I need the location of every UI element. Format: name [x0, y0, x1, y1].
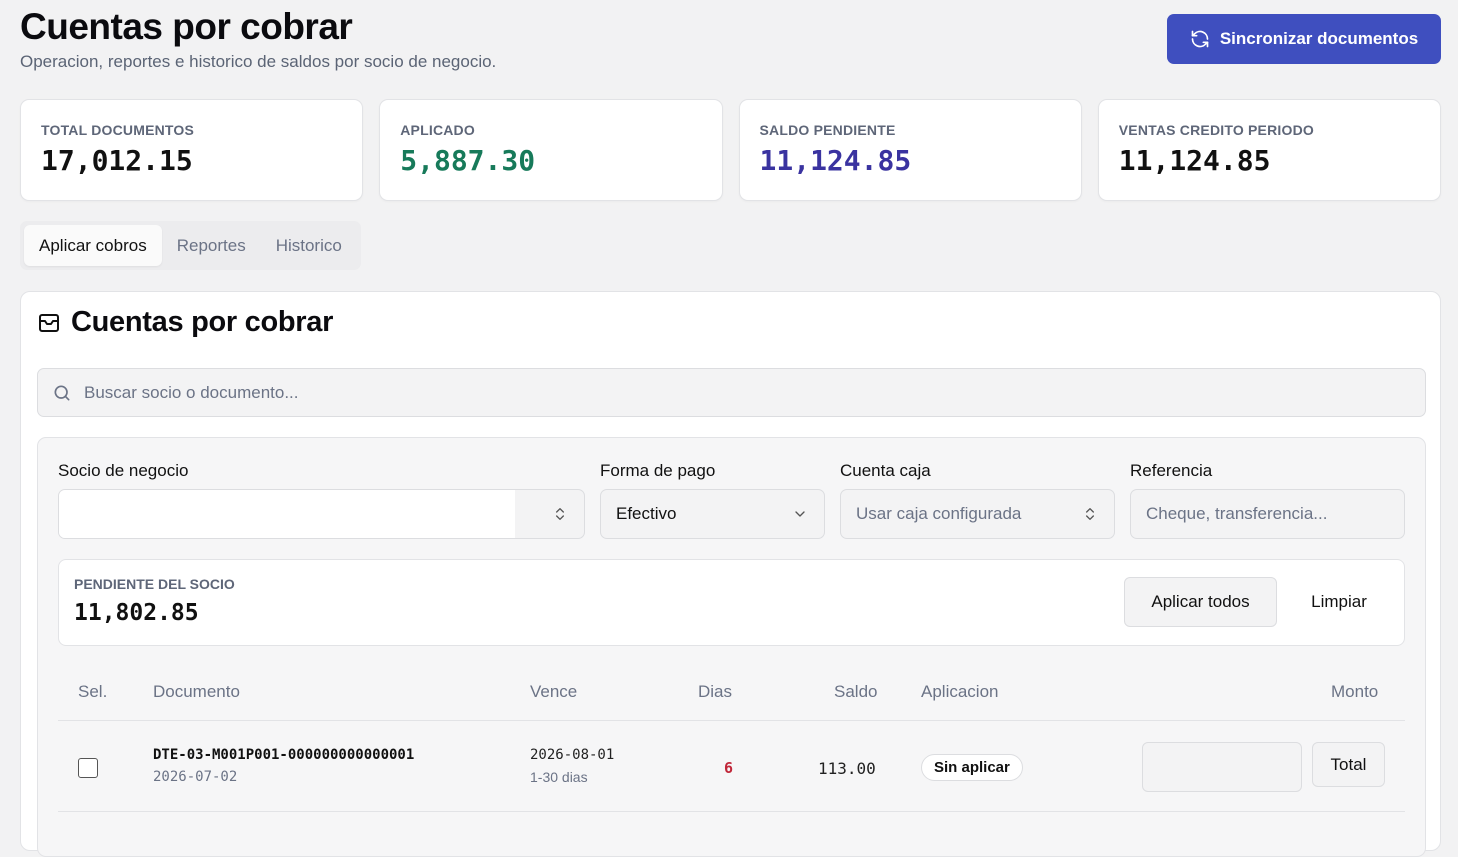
sync-documents-label: Sincronizar documentos	[1219, 29, 1419, 48]
due-date: 2026-08-01	[530, 747, 615, 763]
chevron-up-down-icon	[556, 508, 564, 520]
clear-button[interactable]: Limpiar	[1289, 577, 1389, 627]
socio-input[interactable]	[59, 490, 515, 538]
tab-reportes[interactable]: Reportes	[162, 225, 261, 266]
pending-value: 11,802.85	[74, 600, 199, 626]
row-select-checkbox[interactable]	[78, 758, 98, 778]
forma-pago-select[interactable]: Efectivo	[600, 489, 825, 539]
page-subtitle: Operacion, reportes e historico de saldo…	[20, 52, 497, 71]
status-badge: Sin aplicar	[921, 754, 1023, 781]
referencia-label: Referencia	[1130, 461, 1213, 480]
cuenta-caja-label: Cuenta caja	[840, 461, 931, 480]
cuenta-caja-select[interactable]: Usar caja configurada	[840, 489, 1115, 539]
due-range: 1-30 dias	[530, 769, 588, 785]
accounts-receivable-card: Cuentas por cobrar Socio de negocio Form…	[20, 291, 1441, 857]
col-documento: Documento	[153, 682, 240, 701]
card-title-row: Cuentas por cobrar	[37, 306, 333, 339]
page-header: Cuentas por cobrar Operacion, reportes e…	[20, 6, 1441, 76]
col-monto: Monto	[1331, 682, 1379, 701]
amount-input[interactable]	[1142, 742, 1302, 792]
stat-card-saldo-pendiente: SALDO PENDIENTE 11,124.85	[738, 99, 1082, 201]
stat-value: 17,012.15	[41, 144, 193, 177]
refresh-icon	[1191, 30, 1209, 48]
col-sel: Sel.	[78, 682, 108, 701]
table-header: Sel. Documento Vence Dias Saldo Aplicaci…	[58, 666, 1405, 721]
balance: 113.00	[818, 759, 876, 778]
stat-label: TOTAL DOCUMENTOS	[41, 122, 195, 138]
apply-form-panel: Socio de negocio Forma de pago Efectivo …	[37, 437, 1426, 857]
apply-all-button[interactable]: Aplicar todos	[1124, 577, 1277, 627]
stat-card-total-documentos: TOTAL DOCUMENTOS 17,012.15	[20, 99, 364, 201]
search-icon	[54, 385, 70, 400]
socio-select[interactable]	[58, 489, 585, 539]
tab-aplicar-cobros[interactable]: Aplicar cobros	[24, 225, 162, 266]
table-row: DTE-03-M001P001-000000000000001 2026-07-…	[58, 722, 1405, 812]
col-aplicacion: Aplicacion	[921, 682, 999, 701]
days-overdue: 6	[724, 759, 734, 777]
stat-label: VENTAS CREDITO PERIODO	[1118, 122, 1314, 138]
tab-bar: Aplicar cobros Reportes Historico	[20, 221, 361, 270]
tab-historico[interactable]: Historico	[261, 225, 357, 266]
document-id: DTE-03-M001P001-000000000000001	[153, 747, 415, 763]
chevron-up-down-icon	[1086, 508, 1094, 520]
stat-value: 11,124.85	[1118, 144, 1271, 177]
referencia-placeholder: Cheque, transferencia...	[1146, 504, 1328, 523]
stat-label: SALDO PENDIENTE	[759, 122, 896, 138]
col-vence: Vence	[530, 682, 578, 701]
card-title: Cuentas por cobrar	[71, 306, 334, 338]
sync-documents-button[interactable]: Sincronizar documentos	[1167, 14, 1441, 64]
chevron-down-icon	[795, 511, 805, 517]
pending-summary: PENDIENTE DEL SOCIO 11,802.85 Aplicar to…	[58, 559, 1405, 646]
stat-value: 11,124.85	[759, 144, 912, 177]
socio-label: Socio de negocio	[58, 461, 189, 480]
stat-card-aplicado: APLICADO 5,887.30	[379, 99, 723, 201]
col-dias: Dias	[698, 682, 733, 701]
document-date: 2026-07-02	[153, 769, 238, 785]
stat-card-ventas-credito: VENTAS CREDITO PERIODO 11,124.85	[1097, 99, 1441, 201]
total-button[interactable]: Total	[1312, 742, 1385, 787]
search-box	[37, 368, 1426, 417]
stats-row: TOTAL DOCUMENTOS 17,012.15 APLICADO 5,88…	[20, 99, 1441, 201]
cuenta-caja-placeholder: Usar caja configurada	[856, 504, 1022, 523]
page-title: Cuentas por cobrar	[20, 6, 353, 47]
forma-pago-label: Forma de pago	[600, 461, 716, 480]
forma-pago-value: Efectivo	[616, 504, 677, 523]
search-input[interactable]	[84, 382, 1384, 403]
stat-value: 5,887.30	[400, 144, 536, 177]
pending-label: PENDIENTE DEL SOCIO	[74, 576, 235, 592]
stat-label: APLICADO	[400, 122, 475, 138]
referencia-input[interactable]: Cheque, transferencia...	[1130, 489, 1405, 539]
inbox-icon	[39, 313, 59, 332]
col-saldo: Saldo	[834, 682, 878, 701]
